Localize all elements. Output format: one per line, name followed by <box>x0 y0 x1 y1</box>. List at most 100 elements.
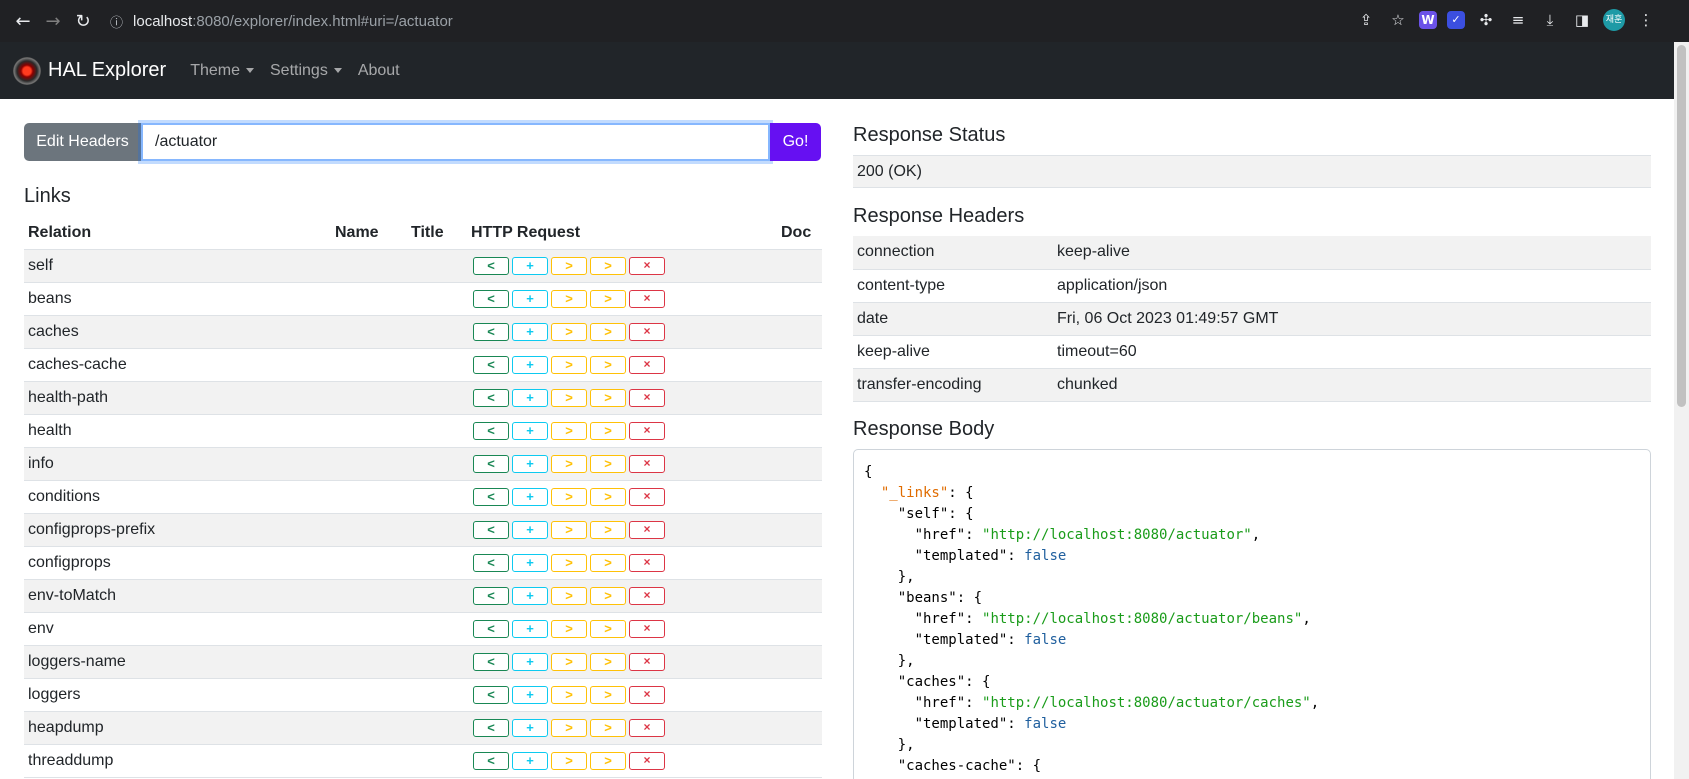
put-button[interactable]: > <box>551 553 587 572</box>
nav-settings-dropdown[interactable]: Settings <box>270 62 342 80</box>
reload-icon[interactable]: ↻ <box>68 11 98 32</box>
post-button[interactable]: + <box>512 388 548 407</box>
patch-button[interactable]: > <box>590 751 626 770</box>
put-button[interactable]: > <box>551 751 587 770</box>
patch-button[interactable]: > <box>590 619 626 638</box>
get-button[interactable]: < <box>473 520 509 539</box>
patch-button[interactable]: > <box>590 256 626 275</box>
get-button[interactable]: < <box>473 751 509 770</box>
patch-button[interactable]: > <box>590 652 626 671</box>
delete-button[interactable]: × <box>629 751 665 770</box>
get-button[interactable]: < <box>473 487 509 506</box>
patch-button[interactable]: > <box>590 355 626 374</box>
extension-w-icon[interactable]: W <box>1419 11 1437 29</box>
put-button[interactable]: > <box>551 388 587 407</box>
site-info-icon[interactable]: ⓘ <box>110 12 123 31</box>
delete-button[interactable]: × <box>629 355 665 374</box>
post-button[interactable]: + <box>512 520 548 539</box>
go-button[interactable]: Go! <box>770 123 821 161</box>
nav-about-link[interactable]: About <box>358 62 400 80</box>
delete-button[interactable]: × <box>629 520 665 539</box>
menu-kebab-icon[interactable]: ⋮ <box>1635 9 1657 31</box>
get-button[interactable]: < <box>473 685 509 704</box>
patch-button[interactable]: > <box>590 454 626 473</box>
patch-button[interactable]: > <box>590 553 626 572</box>
get-button[interactable]: < <box>473 619 509 638</box>
brand-title[interactable]: HAL Explorer <box>48 59 166 82</box>
bookmark-star-icon[interactable]: ☆ <box>1387 9 1409 31</box>
delete-button[interactable]: × <box>629 454 665 473</box>
get-button[interactable]: < <box>473 355 509 374</box>
edit-headers-button[interactable]: Edit Headers <box>24 123 141 161</box>
put-button[interactable]: > <box>551 619 587 638</box>
put-button[interactable]: > <box>551 322 587 341</box>
put-button[interactable]: > <box>551 652 587 671</box>
post-button[interactable]: + <box>512 586 548 605</box>
forward-icon[interactable]: → <box>38 11 68 32</box>
patch-button[interactable]: > <box>590 487 626 506</box>
delete-button[interactable]: × <box>629 652 665 671</box>
patch-button[interactable]: > <box>590 520 626 539</box>
extension-check-icon[interactable]: ✓ <box>1447 11 1465 29</box>
patch-button[interactable]: > <box>590 718 626 737</box>
post-button[interactable]: + <box>512 718 548 737</box>
back-icon[interactable]: ← <box>8 11 38 32</box>
post-button[interactable]: + <box>512 652 548 671</box>
get-button[interactable]: < <box>473 652 509 671</box>
get-button[interactable]: < <box>473 289 509 308</box>
delete-button[interactable]: × <box>629 421 665 440</box>
put-button[interactable]: > <box>551 586 587 605</box>
put-button[interactable]: > <box>551 421 587 440</box>
get-button[interactable]: < <box>473 454 509 473</box>
get-button[interactable]: < <box>473 421 509 440</box>
profile-avatar[interactable]: 재훈 <box>1603 9 1625 31</box>
put-button[interactable]: > <box>551 256 587 275</box>
put-button[interactable]: > <box>551 520 587 539</box>
delete-button[interactable]: × <box>629 553 665 572</box>
put-button[interactable]: > <box>551 487 587 506</box>
get-button[interactable]: < <box>473 388 509 407</box>
post-button[interactable]: + <box>512 751 548 770</box>
get-button[interactable]: < <box>473 553 509 572</box>
page-scrollbar[interactable] <box>1674 42 1689 779</box>
patch-button[interactable]: > <box>590 388 626 407</box>
address-bar[interactable]: ⓘ localhost :8080/explorer/index.html#ur… <box>110 7 1410 35</box>
delete-button[interactable]: × <box>629 685 665 704</box>
reading-list-icon[interactable]: ≡ <box>1507 9 1529 31</box>
patch-button[interactable]: > <box>590 586 626 605</box>
post-button[interactable]: + <box>512 322 548 341</box>
extensions-puzzle-icon[interactable]: ✣ <box>1475 9 1497 31</box>
download-icon[interactable]: ⤓ <box>1539 9 1561 31</box>
post-button[interactable]: + <box>512 619 548 638</box>
post-button[interactable]: + <box>512 487 548 506</box>
get-button[interactable]: < <box>473 586 509 605</box>
patch-button[interactable]: > <box>590 289 626 308</box>
delete-button[interactable]: × <box>629 586 665 605</box>
patch-button[interactable]: > <box>590 685 626 704</box>
get-button[interactable]: < <box>473 322 509 341</box>
put-button[interactable]: > <box>551 454 587 473</box>
scrollbar-thumb[interactable] <box>1677 45 1686 407</box>
delete-button[interactable]: × <box>629 388 665 407</box>
delete-button[interactable]: × <box>629 322 665 341</box>
share-icon[interactable]: ⇪ <box>1355 9 1377 31</box>
post-button[interactable]: + <box>512 355 548 374</box>
nav-theme-dropdown[interactable]: Theme <box>190 62 254 80</box>
delete-button[interactable]: × <box>629 718 665 737</box>
post-button[interactable]: + <box>512 256 548 275</box>
side-panel-icon[interactable]: ◨ <box>1571 9 1593 31</box>
delete-button[interactable]: × <box>629 619 665 638</box>
get-button[interactable]: < <box>473 256 509 275</box>
put-button[interactable]: > <box>551 718 587 737</box>
put-button[interactable]: > <box>551 355 587 374</box>
patch-button[interactable]: > <box>590 322 626 341</box>
patch-button[interactable]: > <box>590 421 626 440</box>
get-button[interactable]: < <box>473 718 509 737</box>
post-button[interactable]: + <box>512 289 548 308</box>
post-button[interactable]: + <box>512 421 548 440</box>
put-button[interactable]: > <box>551 685 587 704</box>
post-button[interactable]: + <box>512 685 548 704</box>
delete-button[interactable]: × <box>629 487 665 506</box>
put-button[interactable]: > <box>551 289 587 308</box>
post-button[interactable]: + <box>512 454 548 473</box>
